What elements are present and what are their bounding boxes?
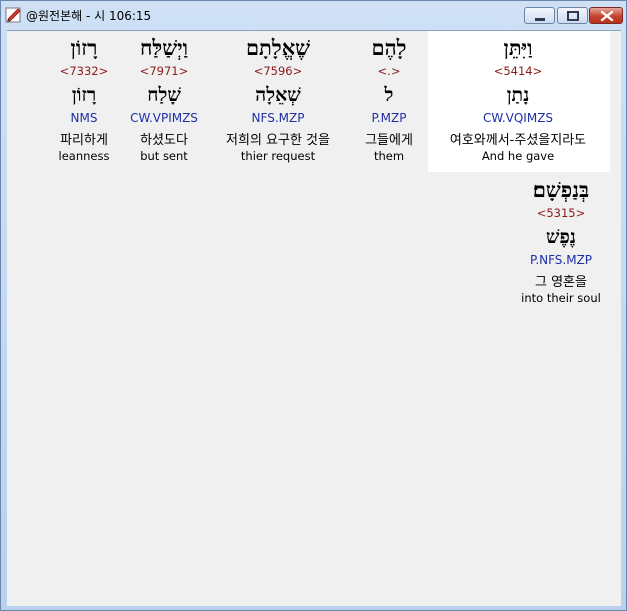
morphology-code: NMS <box>70 111 98 125</box>
maximize-button[interactable] <box>557 7 588 24</box>
close-icon <box>600 10 614 22</box>
hebrew-lemma: שָׁלַח <box>147 84 181 106</box>
english-gloss: thier request <box>240 149 316 163</box>
strong-number[interactable]: <7596> <box>254 64 303 78</box>
hebrew-word[interactable]: וַיְשַׁלַּח <box>140 35 188 61</box>
morphology-code: P.NFS.MZP <box>529 253 593 267</box>
strong-number[interactable]: <7332> <box>60 64 109 78</box>
hebrew-word[interactable]: רָזוֹן <box>71 35 98 61</box>
hebrew-word[interactable]: לָהֶם <box>371 35 406 61</box>
hebrew-lemma: שְׁאֵלָה <box>255 84 301 106</box>
close-button[interactable] <box>589 7 623 24</box>
korean-gloss: 하셨도다 <box>140 133 188 148</box>
english-gloss: them <box>373 149 405 163</box>
title-bar[interactable]: @원전본해 - 시 106:15 <box>1 1 626 29</box>
hebrew-word[interactable]: שֶׁאֱלָתָם <box>246 35 310 61</box>
korean-gloss: 저희의 요구한 것을 <box>226 133 330 148</box>
morphology-code: CW.VQIMZS <box>482 111 554 125</box>
english-gloss: but sent <box>140 149 188 163</box>
morphology-code: P.MZP <box>371 111 407 125</box>
strong-number[interactable]: <.> <box>378 64 401 78</box>
strong-number[interactable]: <5315> <box>537 206 586 220</box>
korean-gloss: 파리하게 <box>60 133 108 148</box>
minimize-button[interactable] <box>524 7 555 24</box>
korean-gloss: 그 영혼을 <box>535 275 587 290</box>
interlinear-panel: וַיִּתֵּן <5414> נָתַן CW.VQIMZS 여호와께서-주… <box>7 30 621 606</box>
korean-gloss: 그들에게 <box>365 133 413 148</box>
hebrew-lemma: ל <box>384 84 394 106</box>
minimize-icon <box>535 18 545 21</box>
window-title: @원전본해 - 시 106:15 <box>26 9 152 23</box>
app-window: @원전본해 - 시 106:15 וַיִּתֵּן <5414> נָתַן … <box>0 0 627 611</box>
morphology-code: NFS.MZP <box>251 111 305 125</box>
korean-gloss: 여호와께서-주셨을지라도 <box>449 133 587 148</box>
strong-number[interactable]: <7971> <box>140 64 189 78</box>
hebrew-word[interactable]: וַיִּתֵּן <box>503 35 532 61</box>
maximize-icon <box>567 11 579 21</box>
hebrew-lemma: נֶפֶשׁ <box>546 226 576 248</box>
strong-number[interactable]: <5414> <box>494 64 543 78</box>
english-gloss: leanness <box>58 149 110 163</box>
app-icon[interactable] <box>5 6 23 24</box>
english-gloss: into their soul <box>521 291 601 305</box>
english-gloss: And he gave <box>481 149 555 163</box>
morphology-code: CW.VPIMZS <box>130 111 198 125</box>
hebrew-lemma: רָזוֹן <box>71 84 97 106</box>
hebrew-lemma: נָתַן <box>506 84 530 106</box>
hebrew-word[interactable]: בְּנַפְשָׁם׃ <box>533 177 589 203</box>
